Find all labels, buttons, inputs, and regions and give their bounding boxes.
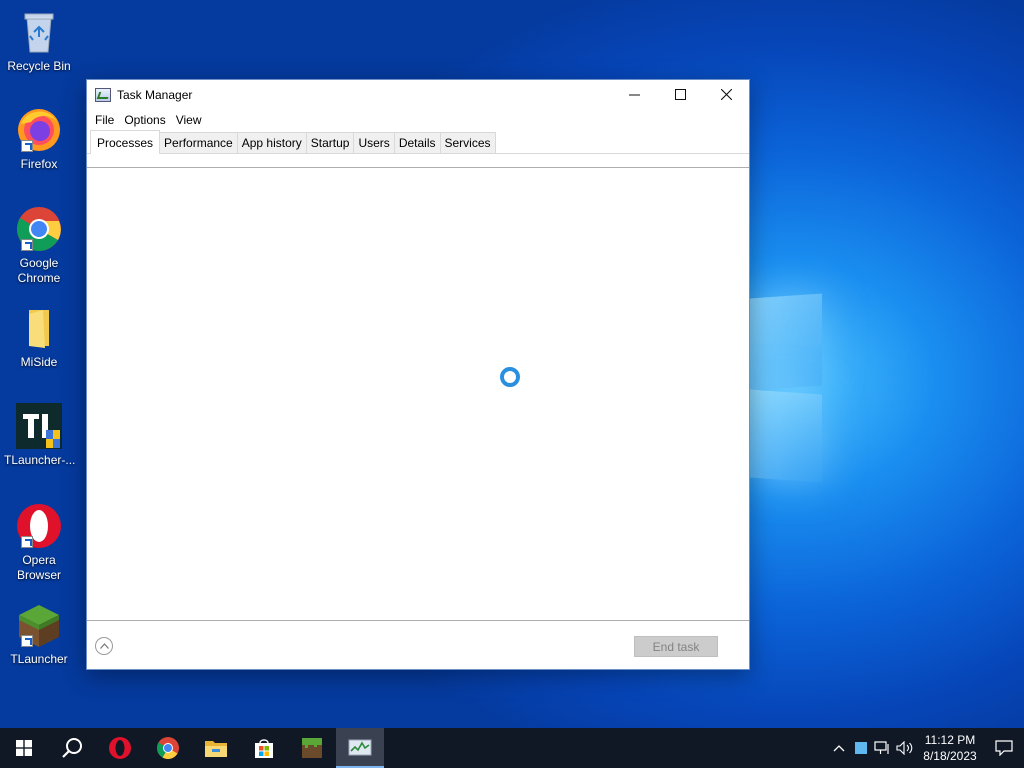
processes-panel — [87, 167, 749, 621]
tab-details[interactable]: Details — [393, 132, 441, 153]
end-task-button[interactable]: End task — [634, 636, 718, 657]
tab-users[interactable]: Users — [353, 132, 395, 153]
chevron-up-icon — [833, 745, 845, 752]
minimize-button[interactable] — [611, 80, 657, 109]
chrome-icon — [157, 737, 179, 759]
taskbar-opera[interactable] — [96, 728, 144, 768]
desktop-icon-label: MiSide — [20, 355, 58, 369]
system-tray: 11:12 PM 8/18/2023 — [828, 728, 1024, 768]
opera-icon — [109, 737, 131, 759]
search-button[interactable] — [48, 728, 96, 768]
network-icon — [874, 741, 889, 754]
tab-services[interactable]: Services — [439, 132, 496, 153]
loading-spinner-icon — [500, 367, 520, 387]
desktop-icon-tlauncher-installer[interactable]: TLauncher-... — [4, 402, 76, 468]
opera-icon — [15, 502, 63, 550]
desktop-icon-tlauncher[interactable]: TLauncher — [4, 601, 74, 667]
menu-options[interactable]: Options — [119, 113, 170, 127]
desktop-icon-label: TLauncher — [10, 652, 68, 666]
firefox-icon — [15, 106, 63, 154]
shortcut-arrow-icon — [21, 635, 33, 647]
network-button[interactable] — [872, 741, 894, 755]
desktop-icon-label: Google Chrome — [17, 256, 61, 285]
taskbar-task-manager[interactable] — [336, 728, 384, 768]
folder-icon — [15, 304, 63, 352]
windows-wallpaper-logo — [746, 288, 826, 483]
clock-time: 11:12 PM — [924, 733, 976, 747]
close-icon — [720, 89, 732, 100]
desktop-icon-firefox[interactable]: Firefox — [4, 106, 74, 172]
tray-app-button[interactable] — [850, 742, 872, 754]
taskbar-chrome[interactable] — [144, 728, 192, 768]
start-button[interactable] — [0, 728, 48, 768]
tray-app-icon — [855, 742, 867, 754]
taskbar-file-explorer[interactable] — [192, 728, 240, 768]
title-bar[interactable]: Task Manager — [87, 80, 749, 109]
clock-date: 8/18/2023 — [923, 749, 977, 763]
recycle-bin-icon — [15, 8, 63, 56]
maximize-icon — [674, 89, 686, 100]
desktop-icon-label: Opera Browser — [16, 553, 61, 582]
desktop-icon-label: Recycle Bin — [7, 59, 71, 73]
tab-processes[interactable]: Processes — [90, 130, 161, 154]
action-center-button[interactable] — [984, 740, 1024, 756]
minecraft-icon — [302, 738, 322, 758]
chevron-up-icon — [99, 643, 109, 649]
minecraft-grass-block-icon — [15, 601, 63, 649]
start-icon — [16, 740, 32, 756]
desktop-icon-recycle-bin[interactable]: Recycle Bin — [4, 8, 74, 74]
desktop-icon-label: TLauncher-... — [4, 453, 76, 467]
window-title: Task Manager — [117, 87, 193, 102]
store-icon — [255, 739, 273, 758]
menu-bar: File Options View — [87, 109, 749, 130]
tab-startup[interactable]: Startup — [305, 132, 355, 153]
volume-button[interactable] — [894, 741, 916, 755]
shortcut-arrow-icon — [21, 239, 33, 251]
menu-file[interactable]: File — [90, 113, 119, 127]
close-button[interactable] — [703, 80, 749, 109]
desktop-icon-chrome[interactable]: Google Chrome — [4, 205, 74, 286]
desktop-icon-opera[interactable]: Opera Browser — [4, 502, 74, 583]
taskbar-clock[interactable]: 11:12 PM 8/18/2023 — [920, 732, 980, 764]
tab-performance[interactable]: Performance — [159, 132, 238, 153]
shortcut-arrow-icon — [21, 536, 33, 548]
taskbar-minecraft[interactable] — [288, 728, 336, 768]
task-manager-icon — [95, 87, 111, 102]
menu-view[interactable]: View — [171, 113, 207, 127]
chrome-icon — [15, 205, 63, 253]
minimize-icon — [628, 94, 640, 96]
maximize-button[interactable] — [657, 80, 703, 109]
taskbar: 11:12 PM 8/18/2023 — [0, 728, 1024, 768]
tab-app-history[interactable]: App history — [236, 132, 307, 153]
shortcut-arrow-icon — [21, 140, 33, 152]
desktop-icon-miside[interactable]: MiSide — [4, 304, 74, 370]
task-manager-window[interactable]: Task Manager File Options View Processes… — [86, 79, 750, 670]
file-explorer-icon — [205, 741, 227, 757]
show-hidden-icons-button[interactable] — [828, 744, 850, 752]
tlauncher-installer-icon — [15, 402, 63, 450]
fewer-details-button[interactable] — [95, 637, 113, 655]
task-manager-icon — [348, 739, 372, 756]
window-footer: End task — [87, 622, 749, 670]
desktop-icon-label: Firefox — [20, 157, 58, 171]
volume-icon — [896, 741, 913, 755]
taskbar-store[interactable] — [240, 728, 288, 768]
tab-strip: Processes Performance App history Startu… — [87, 130, 749, 154]
search-icon — [62, 738, 82, 758]
notification-icon — [995, 740, 1013, 756]
